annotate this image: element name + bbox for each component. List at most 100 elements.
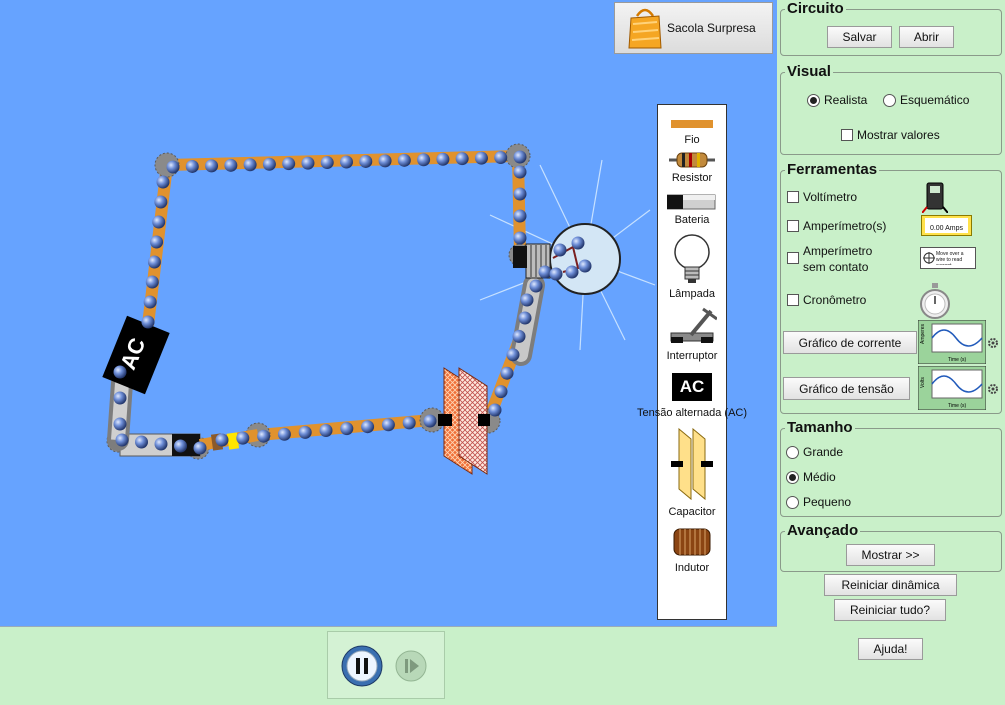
reset-dynamics-button[interactable]: Reiniciar dinâmica bbox=[824, 574, 957, 596]
panel-ferramentas-title: Ferramentas bbox=[785, 161, 880, 178]
schematic-radio[interactable] bbox=[883, 94, 896, 107]
electron bbox=[378, 154, 392, 168]
show-advanced-button[interactable]: Mostrar >> bbox=[846, 544, 935, 566]
electron bbox=[529, 279, 543, 293]
ac-source-icon: AC bbox=[672, 373, 712, 401]
toolbox-switch[interactable]: Interruptor bbox=[658, 305, 726, 362]
realistic-radio[interactable] bbox=[807, 94, 820, 107]
shopping-bag-icon bbox=[628, 8, 662, 49]
electron bbox=[113, 391, 127, 405]
electron bbox=[193, 441, 207, 455]
electron bbox=[141, 315, 155, 329]
electron bbox=[571, 236, 585, 250]
noncontact-hint: Move over a wire to read current bbox=[936, 251, 964, 265]
electron bbox=[397, 153, 411, 167]
surprise-bag-button[interactable]: Sacola Surpresa bbox=[614, 2, 773, 54]
panel-visual: Visual bbox=[780, 64, 1002, 155]
electron bbox=[361, 420, 375, 434]
stopwatch-checkbox[interactable] bbox=[787, 294, 799, 306]
toolbox-ac-source[interactable]: AC Tensão alternada (AC) bbox=[637, 373, 747, 419]
electron bbox=[152, 215, 166, 229]
electron bbox=[166, 160, 180, 174]
toolbox-inductor-label: Indutor bbox=[674, 562, 710, 574]
component-toolbox: Fio Resistor Bateria Lâmpada Interruptor… bbox=[637, 104, 747, 620]
gear-icon[interactable] bbox=[987, 337, 999, 349]
crosshair-icon bbox=[923, 252, 935, 264]
electron bbox=[549, 267, 563, 281]
inductor-icon bbox=[673, 528, 711, 556]
electron bbox=[236, 431, 250, 445]
current-chart-button[interactable]: Gráfico de corrente bbox=[783, 331, 917, 354]
gear-icon[interactable] bbox=[987, 383, 999, 395]
electron bbox=[381, 418, 395, 432]
electron bbox=[340, 422, 354, 436]
toolbox-battery[interactable]: Bateria bbox=[658, 193, 726, 226]
toolbox-capacitor[interactable]: Capacitor bbox=[658, 427, 726, 518]
size-medium-radio[interactable] bbox=[786, 471, 799, 484]
electron bbox=[277, 427, 291, 441]
stopwatch-icon bbox=[920, 283, 950, 319]
electron bbox=[359, 154, 373, 168]
help-button[interactable]: Ajuda! bbox=[858, 638, 923, 660]
voltage-chart-axis-label: Volts bbox=[920, 377, 926, 388]
step-icon bbox=[405, 659, 408, 673]
electron bbox=[298, 425, 312, 439]
realistic-label: Realista bbox=[824, 93, 868, 107]
pause-button[interactable] bbox=[341, 645, 383, 687]
noncontact-ammeter-checkbox[interactable] bbox=[787, 252, 799, 264]
electron bbox=[113, 417, 127, 431]
resistor-icon bbox=[669, 152, 715, 168]
toolbox-inductor[interactable]: Indutor bbox=[658, 525, 726, 574]
electron bbox=[215, 433, 229, 447]
electron bbox=[257, 429, 271, 443]
electron bbox=[506, 348, 520, 362]
wire-icon bbox=[671, 120, 713, 128]
electron bbox=[436, 152, 450, 166]
ammeter-checkbox[interactable] bbox=[787, 220, 799, 232]
ammeter-reading: 0.00 Amps bbox=[925, 218, 968, 233]
toolbox-resistor-label: Resistor bbox=[671, 172, 713, 184]
battery-icon bbox=[666, 194, 716, 210]
electron bbox=[538, 265, 552, 279]
resistor[interactable] bbox=[198, 429, 260, 451]
capacitor[interactable] bbox=[438, 367, 490, 475]
electron bbox=[174, 439, 187, 453]
voltmeter-checkbox[interactable] bbox=[787, 191, 799, 203]
electron bbox=[154, 437, 168, 451]
size-large-radio[interactable] bbox=[786, 446, 799, 459]
voltage-chart-time-label: Time (s) bbox=[948, 403, 966, 409]
save-button[interactable]: Salvar bbox=[827, 26, 892, 48]
toolbox-resistor[interactable]: Resistor bbox=[658, 151, 726, 184]
reset-all-button[interactable]: Reiniciar tudo? bbox=[834, 599, 946, 621]
electron bbox=[494, 151, 508, 165]
current-chart-axis-label: Amperes bbox=[920, 323, 926, 344]
show-values-checkbox[interactable] bbox=[841, 129, 853, 141]
toolbox-battery-label: Bateria bbox=[674, 214, 710, 226]
electron bbox=[145, 275, 159, 289]
voltage-chart-button[interactable]: Gráfico de tensão bbox=[783, 377, 910, 400]
electron bbox=[135, 435, 148, 449]
toolbox-ac-source-label: Tensão alternada (AC) bbox=[636, 407, 748, 419]
open-button[interactable]: Abrir bbox=[899, 26, 954, 48]
electron bbox=[513, 209, 527, 223]
electron bbox=[513, 150, 527, 164]
electron bbox=[320, 156, 334, 170]
current-chart-time-label: Time (s) bbox=[948, 357, 966, 363]
step-button[interactable] bbox=[395, 650, 427, 682]
current-chart-icon: Amperes Time (s) bbox=[918, 320, 986, 364]
electron bbox=[262, 157, 276, 171]
electron bbox=[156, 175, 170, 189]
size-small-radio[interactable] bbox=[786, 496, 799, 509]
capacitor-icon bbox=[671, 427, 713, 501]
toolbox-wire[interactable]: Fio bbox=[658, 117, 726, 146]
electron bbox=[113, 365, 127, 379]
electron bbox=[513, 165, 527, 179]
size-medium-label: Médio bbox=[803, 470, 836, 484]
electron bbox=[154, 195, 168, 209]
pause-icon bbox=[356, 658, 360, 674]
electron bbox=[224, 158, 238, 172]
size-small-label: Pequeno bbox=[803, 495, 852, 509]
panel-visual-title: Visual bbox=[785, 63, 833, 80]
toolbox-bulb[interactable]: Lâmpada bbox=[658, 233, 726, 300]
noncontact-ammeter-icon: Move over a wire to read current bbox=[920, 247, 976, 269]
